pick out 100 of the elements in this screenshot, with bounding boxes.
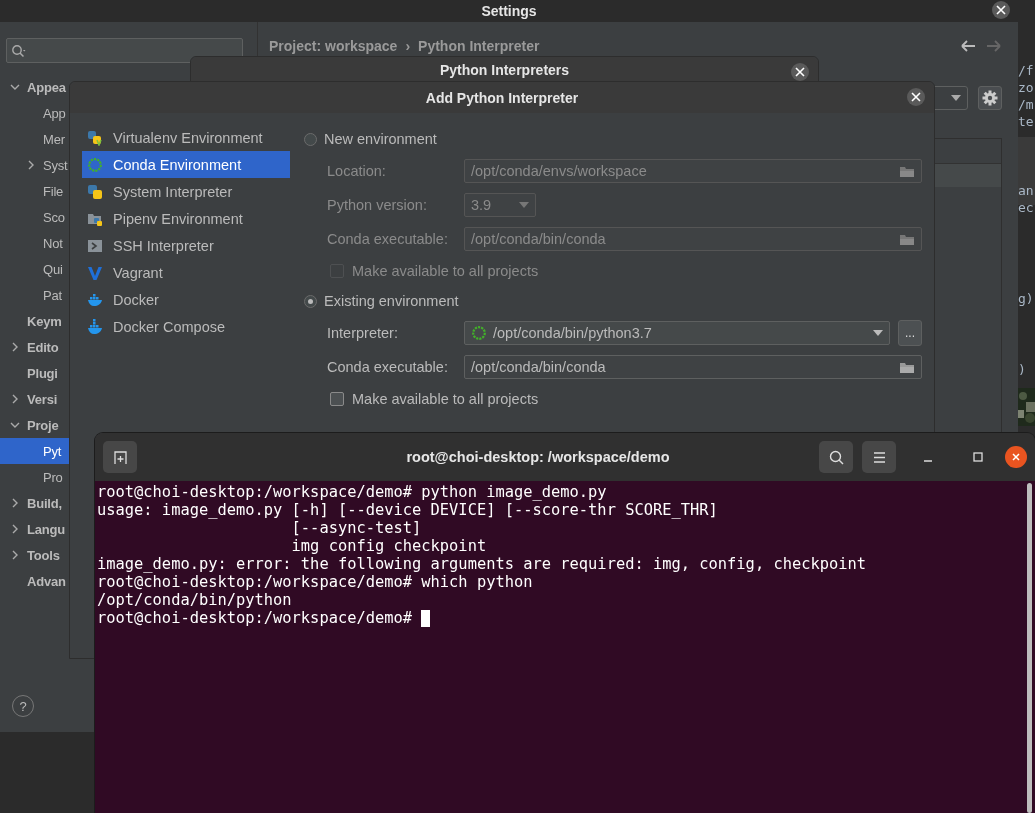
tree-item[interactable]: Edito bbox=[0, 334, 69, 360]
search-icon bbox=[828, 449, 844, 465]
breadcrumb-item[interactable]: Project: workspace bbox=[269, 38, 398, 54]
terminal-line: [--async-test] bbox=[290, 519, 423, 537]
search-icon bbox=[11, 43, 27, 58]
maximize-icon[interactable] bbox=[973, 452, 983, 462]
tree-item[interactable]: Syst bbox=[0, 152, 69, 178]
chevron-icon[interactable] bbox=[10, 82, 20, 92]
dialog-title: Add Python Interpreter bbox=[425, 89, 579, 106]
python-icon bbox=[87, 129, 103, 146]
tree-item[interactable]: Plugi bbox=[0, 360, 69, 386]
radio-button[interactable] bbox=[304, 132, 317, 146]
close-button[interactable] bbox=[992, 1, 1010, 19]
list-item[interactable]: Pipenv Environment bbox=[82, 205, 290, 232]
chevron-icon[interactable] bbox=[10, 342, 20, 352]
code-line: /f bbox=[1018, 62, 1035, 79]
caret-icon bbox=[873, 330, 883, 336]
tree-item[interactable]: App bbox=[0, 100, 69, 126]
v-icon bbox=[87, 264, 103, 281]
list-item[interactable]: Docker Compose bbox=[82, 313, 290, 340]
chevron-icon[interactable] bbox=[26, 160, 36, 170]
chevron-icon[interactable] bbox=[10, 420, 20, 430]
menu-icon bbox=[871, 449, 887, 465]
terminal-line: root@choi-desktop:/workspace/demo# bbox=[97, 609, 1024, 627]
field-label: Conda executable: bbox=[327, 359, 449, 375]
tree-item[interactable]: File bbox=[0, 178, 69, 204]
tree-item[interactable]: Proje bbox=[0, 412, 69, 438]
chevron-icon[interactable] bbox=[10, 394, 20, 404]
terminal-line: root@choi-desktop:/workspace/demo# python image_demo.py bbox=[97, 483, 608, 501]
close-button[interactable] bbox=[791, 63, 809, 81]
terminal-line: image_demo.py: error: the following arguments are required: img, config, checkpoint bbox=[97, 555, 868, 573]
chevron-icon[interactable] bbox=[10, 550, 20, 560]
list-item[interactable]: Conda Environment bbox=[82, 151, 290, 178]
dialog-title: Python Interpreters bbox=[439, 62, 570, 78]
menu-button[interactable] bbox=[862, 441, 896, 473]
scrollbar[interactable] bbox=[1027, 483, 1032, 813]
radio-button[interactable] bbox=[304, 294, 317, 308]
ring-icon bbox=[87, 156, 103, 173]
path-field[interactable]: /opt/conda/bin/conda bbox=[464, 355, 922, 379]
field-label: Interpreter: bbox=[327, 325, 399, 341]
tree-item[interactable]: Build, bbox=[0, 490, 69, 516]
settings-button[interactable] bbox=[978, 86, 1002, 110]
terminal-line: /opt/conda/bin/python bbox=[97, 591, 293, 609]
breadcrumb-item[interactable]: Python Interpreter bbox=[418, 38, 540, 54]
python-icon bbox=[87, 183, 103, 200]
interpreter-dropdown[interactable]: /opt/conda/bin/python3.7 bbox=[464, 321, 890, 345]
tree-item[interactable]: Sco bbox=[0, 204, 69, 230]
code-line: an bbox=[1018, 182, 1035, 199]
code-line: ) bbox=[1018, 361, 1027, 378]
list-item[interactable]: System Interpreter bbox=[82, 178, 290, 205]
close-button[interactable] bbox=[907, 88, 925, 106]
close-icon bbox=[1010, 451, 1022, 463]
window-title: root@choi-desktop: /workspace/demo bbox=[405, 449, 671, 465]
list-item[interactable]: Docker bbox=[82, 286, 290, 313]
new-tab-icon bbox=[112, 449, 128, 465]
code-line: g) bbox=[1018, 290, 1035, 307]
back-arrow-icon[interactable] bbox=[960, 39, 976, 53]
folder-icon[interactable] bbox=[899, 232, 915, 246]
tree-item[interactable]: Appea bbox=[0, 74, 69, 100]
tree-item[interactable]: Pro bbox=[0, 464, 69, 490]
browse-button[interactable]: ... bbox=[898, 320, 922, 346]
folder-icon[interactable] bbox=[899, 360, 915, 374]
caret-icon bbox=[519, 202, 529, 208]
terminal-icon bbox=[87, 237, 103, 254]
tree-item[interactable]: Advan bbox=[0, 568, 69, 594]
new-tab-button[interactable] bbox=[103, 441, 137, 473]
code-line: zo bbox=[1018, 79, 1035, 96]
chevron-icon[interactable] bbox=[10, 498, 20, 508]
tree-item[interactable]: Versi bbox=[0, 386, 69, 412]
tree-item[interactable]: Qui bbox=[0, 256, 69, 282]
radio-label[interactable]: New environment bbox=[324, 131, 437, 147]
tree-item[interactable]: Not bbox=[0, 230, 69, 256]
settings-icon bbox=[982, 90, 998, 106]
tree-item[interactable]: Pat bbox=[0, 282, 69, 308]
tree-item[interactable]: Mer bbox=[0, 126, 69, 152]
search-button[interactable] bbox=[819, 441, 853, 473]
terminal-line: root@choi-desktop:/workspace/demo# which python bbox=[97, 573, 534, 591]
chevron-icon[interactable] bbox=[10, 524, 20, 534]
breadcrumb-separator: › bbox=[405, 38, 411, 54]
checkbox[interactable] bbox=[330, 392, 344, 406]
list-item[interactable]: SSH Interpreter bbox=[82, 232, 290, 259]
list-item[interactable]: Vagrant bbox=[82, 259, 290, 286]
tree-item[interactable]: Langu bbox=[0, 516, 69, 542]
close-button[interactable] bbox=[1005, 446, 1027, 468]
tree-item[interactable]: Pyt bbox=[0, 438, 69, 464]
checkbox-label[interactable]: Make available to all projects bbox=[352, 391, 539, 407]
radio-label[interactable]: Existing environment bbox=[324, 293, 459, 309]
folder-icon[interactable] bbox=[899, 164, 915, 178]
code-line: /m bbox=[1018, 96, 1035, 113]
ring-icon bbox=[471, 325, 487, 341]
search-field[interactable] bbox=[6, 38, 243, 63]
tree-item[interactable]: Tools bbox=[0, 542, 69, 568]
code-line: ec bbox=[1018, 199, 1035, 216]
list-item[interactable]: Virtualenv Environment bbox=[82, 124, 290, 151]
window-title: Settings bbox=[481, 3, 537, 19]
field-label: Conda executable: bbox=[327, 231, 449, 247]
tree-item[interactable]: Keym bbox=[0, 308, 69, 334]
field-label: Python version: bbox=[327, 197, 428, 213]
terminal-line: img config checkpoint bbox=[290, 537, 488, 555]
whale-icon bbox=[87, 291, 103, 308]
